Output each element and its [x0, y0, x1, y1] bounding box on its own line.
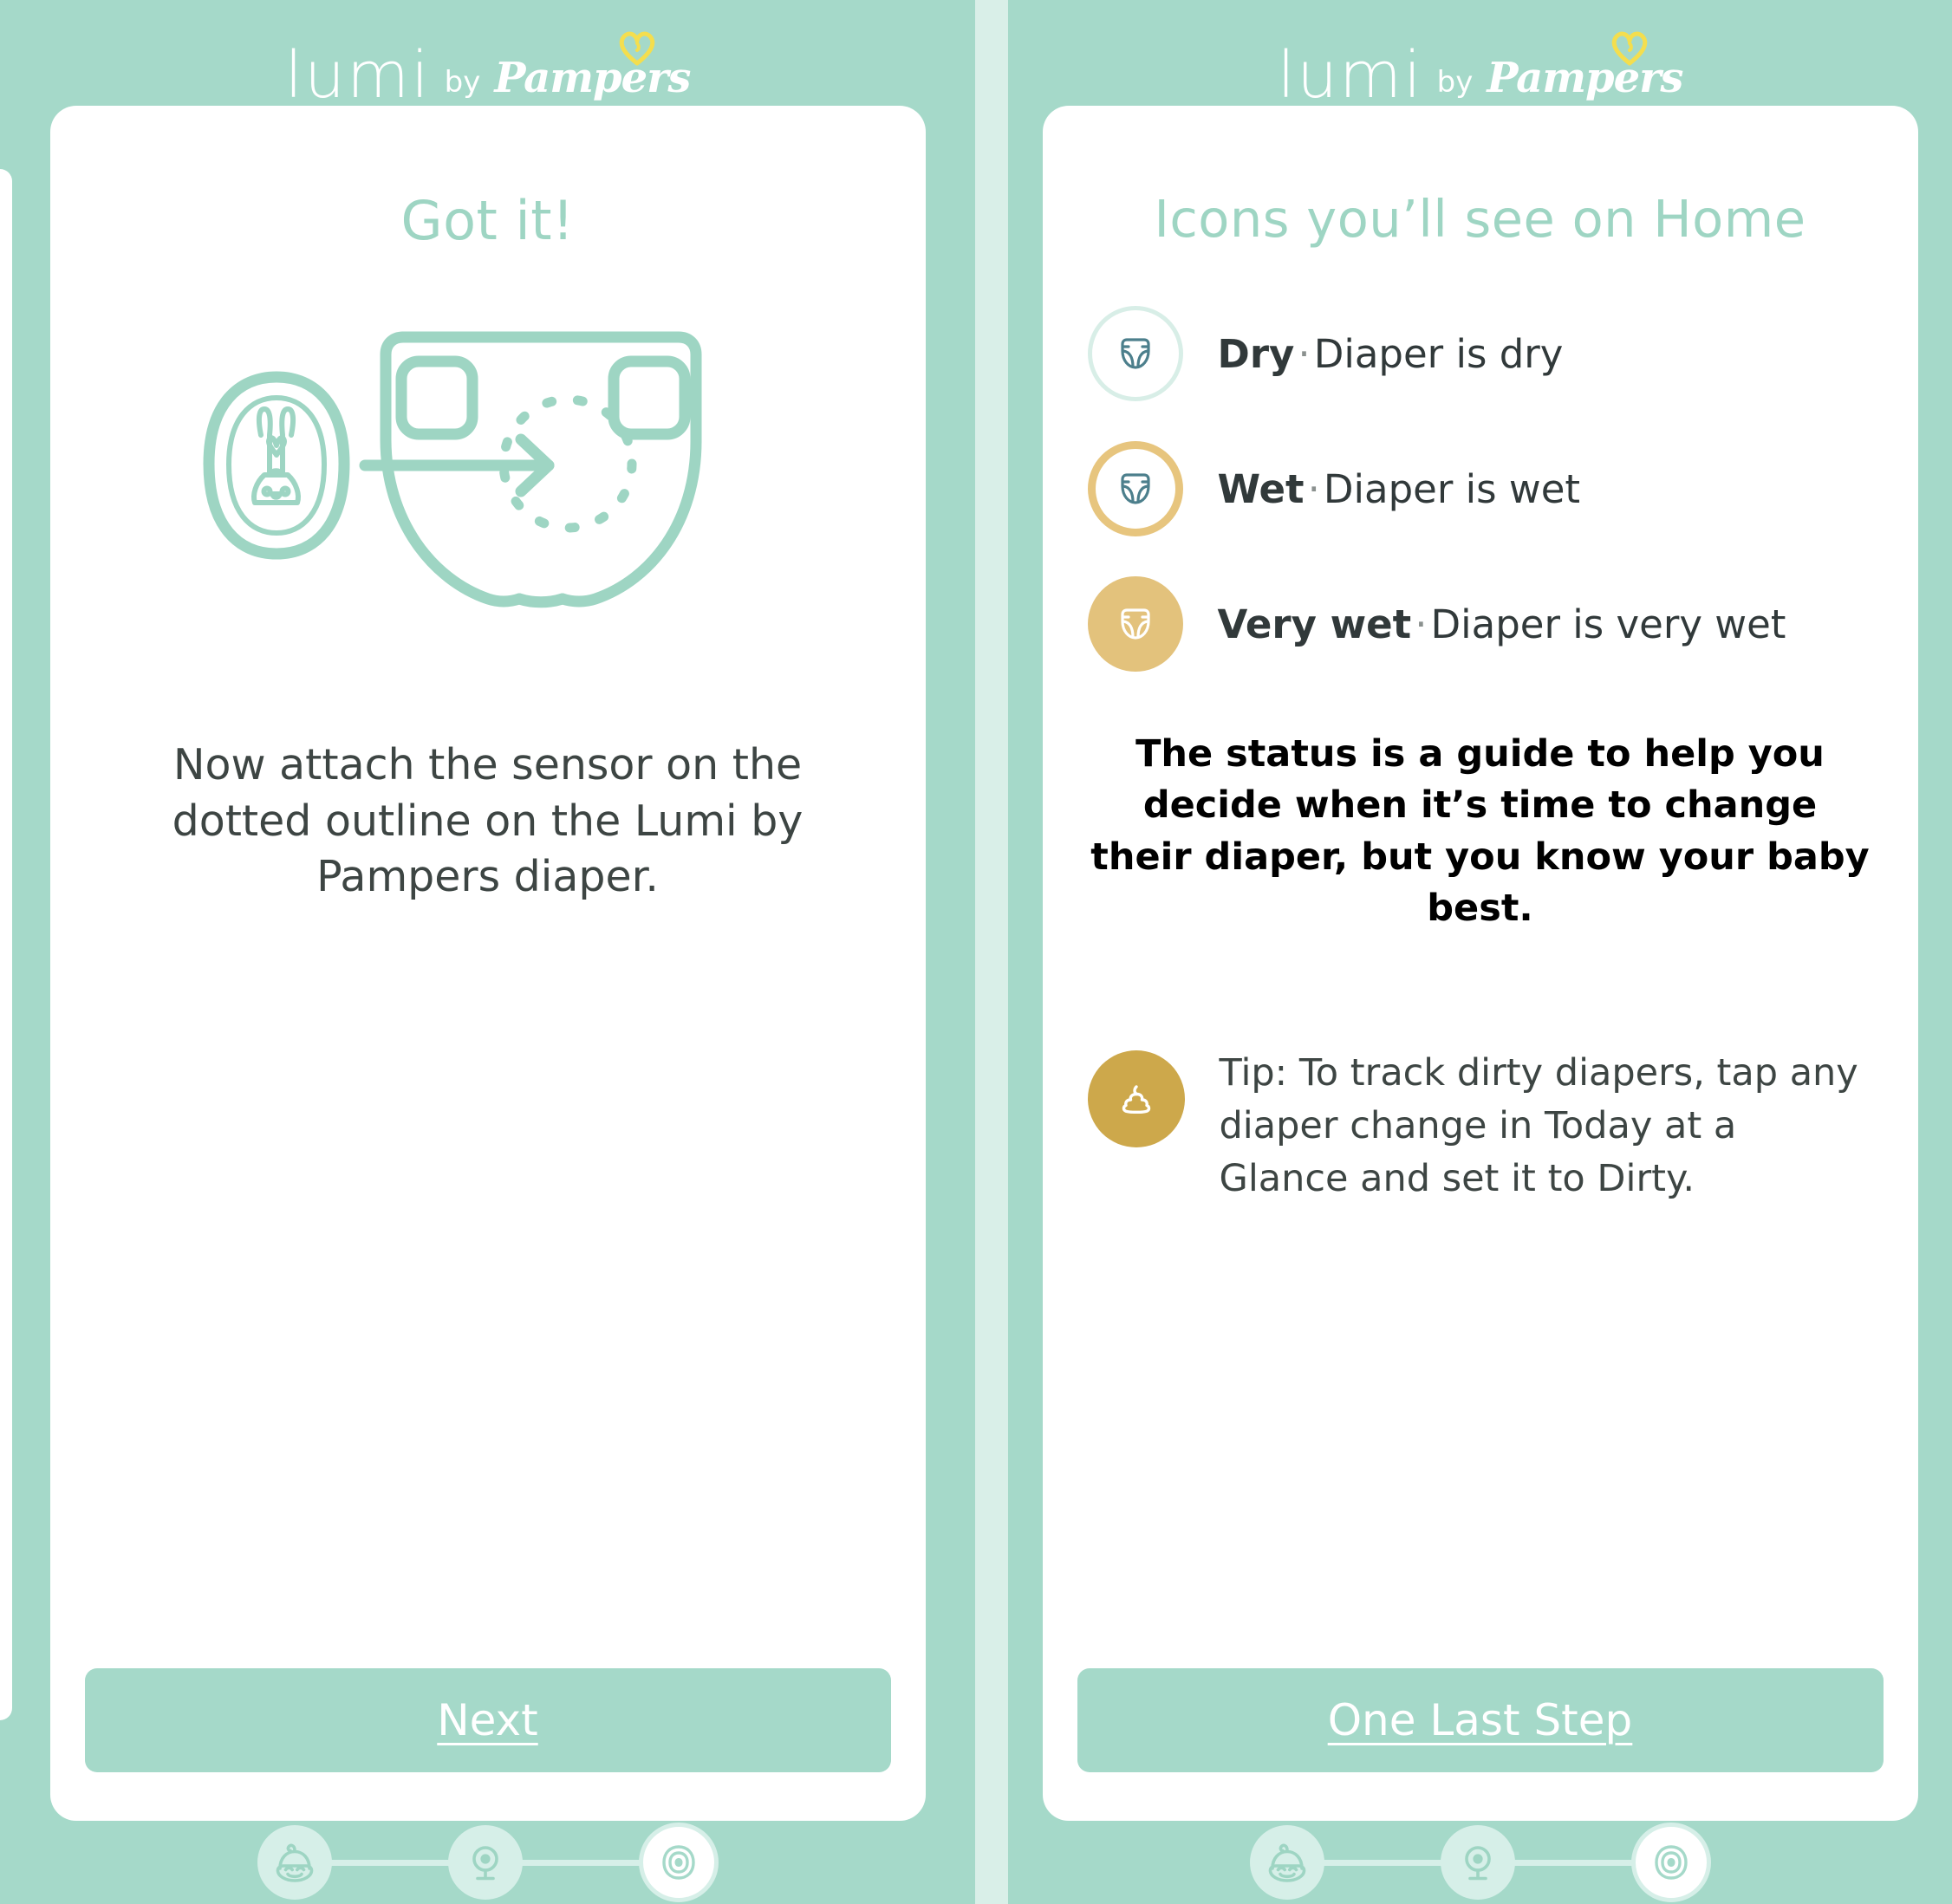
card-home-icons: Icons you’ll see on Home Dry·Diaper is d…: [1042, 106, 1918, 1821]
screen-divider: [975, 0, 1008, 1904]
stepper-connector-2: [1511, 1859, 1635, 1866]
heart-icon: [620, 31, 655, 66]
diaper-dry-icon: [1087, 306, 1183, 401]
one-last-step-button-label: One Last Step: [1327, 1695, 1633, 1745]
next-button-label: Next: [437, 1695, 538, 1745]
bunny-ear-left: [256, 406, 273, 438]
status-row-very-wet: Very wet·Diaper is very wet: [1087, 576, 1884, 672]
screen-attach-sensor: lumi by Pampers Got it! Now attach the s…: [0, 0, 975, 1904]
bunny-ear-right: [278, 406, 296, 438]
bunny-eye-left: [261, 485, 272, 497]
brand-pampers-wordmark: Pampers: [1487, 54, 1683, 102]
onboarding-stepper-right: [1008, 1821, 1952, 1904]
page-title-got-it: Got it!: [400, 189, 575, 252]
attach-sensor-illustration: [203, 331, 701, 608]
baby-face-icon: [276, 1843, 313, 1882]
diaper-crotch: [513, 593, 568, 608]
sensor-ring-icon: [661, 1845, 695, 1880]
screen-home-icons: lumi by Pampers Icons you’ll see on Home: [1008, 0, 1952, 1904]
brand-logo-lumi-by-pampers: lumi by Pampers: [284, 23, 691, 113]
next-button[interactable]: Next: [84, 1668, 891, 1772]
sensor-pod-inner-outline: [225, 395, 327, 536]
camera-monitor-icon: [472, 1846, 498, 1881]
step-camera[interactable]: [1440, 1825, 1515, 1900]
one-last-step-button[interactable]: One Last Step: [1077, 1668, 1884, 1772]
step-camera[interactable]: [447, 1825, 523, 1900]
status-legend-list: Dry·Diaper is dry Wet·Diaper is wet Very…: [1077, 306, 1884, 672]
brand-pampers-wrap: Pampers: [494, 31, 691, 106]
step-baby[interactable]: [1249, 1825, 1324, 1900]
previous-screen-edge: [0, 169, 12, 1720]
diaper-glyph: [1120, 338, 1150, 369]
diaper-tab-right: [608, 355, 690, 440]
baby-face-icon: [1268, 1843, 1305, 1882]
tip-text: Tip: To track dirty diapers, tap any dia…: [1219, 1051, 1858, 1201]
status-name: Wet: [1217, 465, 1305, 512]
status-label-wet: Wet·Diaper is wet: [1218, 466, 1581, 512]
diaper-waist-top: [397, 331, 701, 447]
brand-pampers-wrap: Pampers: [1487, 31, 1683, 106]
card-attach-sensor: Got it! Now attach the sensor on the dot…: [49, 106, 926, 1821]
diaper-glyph: [1120, 608, 1150, 640]
status-name: Very wet: [1217, 601, 1412, 647]
brand-lumi-wordmark: lumi: [1277, 37, 1423, 113]
brand-pampers-wordmark: Pampers: [494, 54, 691, 102]
status-name: Dry: [1217, 330, 1295, 377]
diaper-tab-left: [395, 355, 478, 440]
status-description: Diaper is dry: [1313, 330, 1564, 377]
diaper-very-wet-icon: [1087, 576, 1183, 672]
status-label-dry: Dry·Diaper is dry: [1218, 331, 1564, 377]
status-label-very-wet: Very wet·Diaper is very wet: [1218, 601, 1786, 647]
stepper-connector-1: [1320, 1859, 1444, 1866]
status-row-dry: Dry·Diaper is dry: [1087, 306, 1884, 401]
brand-lumi-wordmark: lumi: [284, 37, 431, 113]
instruction-text: Now attach the sensor on the dotted outl…: [172, 740, 804, 902]
tip-row: Tip: To track dirty diapers, tap any dia…: [1077, 1047, 1884, 1205]
status-separator: ·: [1415, 601, 1428, 647]
poop-glyph: [1122, 1085, 1150, 1114]
heart-icon: [1612, 31, 1648, 66]
status-row-wet: Wet·Diaper is wet: [1087, 441, 1884, 536]
camera-monitor-icon: [1464, 1846, 1491, 1881]
stepper-connector-2: [518, 1859, 642, 1866]
step-sensor[interactable]: [638, 1823, 719, 1902]
poop-dirty-diaper-icon: [1087, 1050, 1185, 1148]
status-guidance-note: The status is a guide to help you decide…: [1090, 732, 1870, 930]
diaper-wet-icon: [1087, 441, 1183, 536]
status-separator: ·: [1298, 330, 1311, 377]
step-baby[interactable]: [257, 1825, 332, 1900]
bunny-eye-right: [279, 485, 290, 497]
step-sensor[interactable]: [1630, 1823, 1711, 1902]
stepper-connector-1: [328, 1859, 452, 1866]
page-title-icons-home: Icons you’ll see on Home: [1154, 189, 1806, 249]
status-description: Diaper is wet: [1323, 465, 1581, 512]
status-separator: ·: [1307, 465, 1320, 512]
brand-logo-lumi-by-pampers-right: lumi by Pampers: [1277, 23, 1683, 113]
bunny-nose: [269, 491, 283, 500]
onboarding-stepper-left: [0, 1821, 975, 1904]
diaper-glyph: [1120, 473, 1150, 504]
sensor-ring-icon: [1654, 1845, 1688, 1880]
status-description: Diaper is very wet: [1430, 601, 1786, 647]
brand-by-label: by: [1436, 65, 1474, 100]
onboarding-screens-stage: lumi by Pampers Got it! Now attach the s…: [0, 0, 1952, 1904]
brand-by-label: by: [444, 65, 481, 100]
